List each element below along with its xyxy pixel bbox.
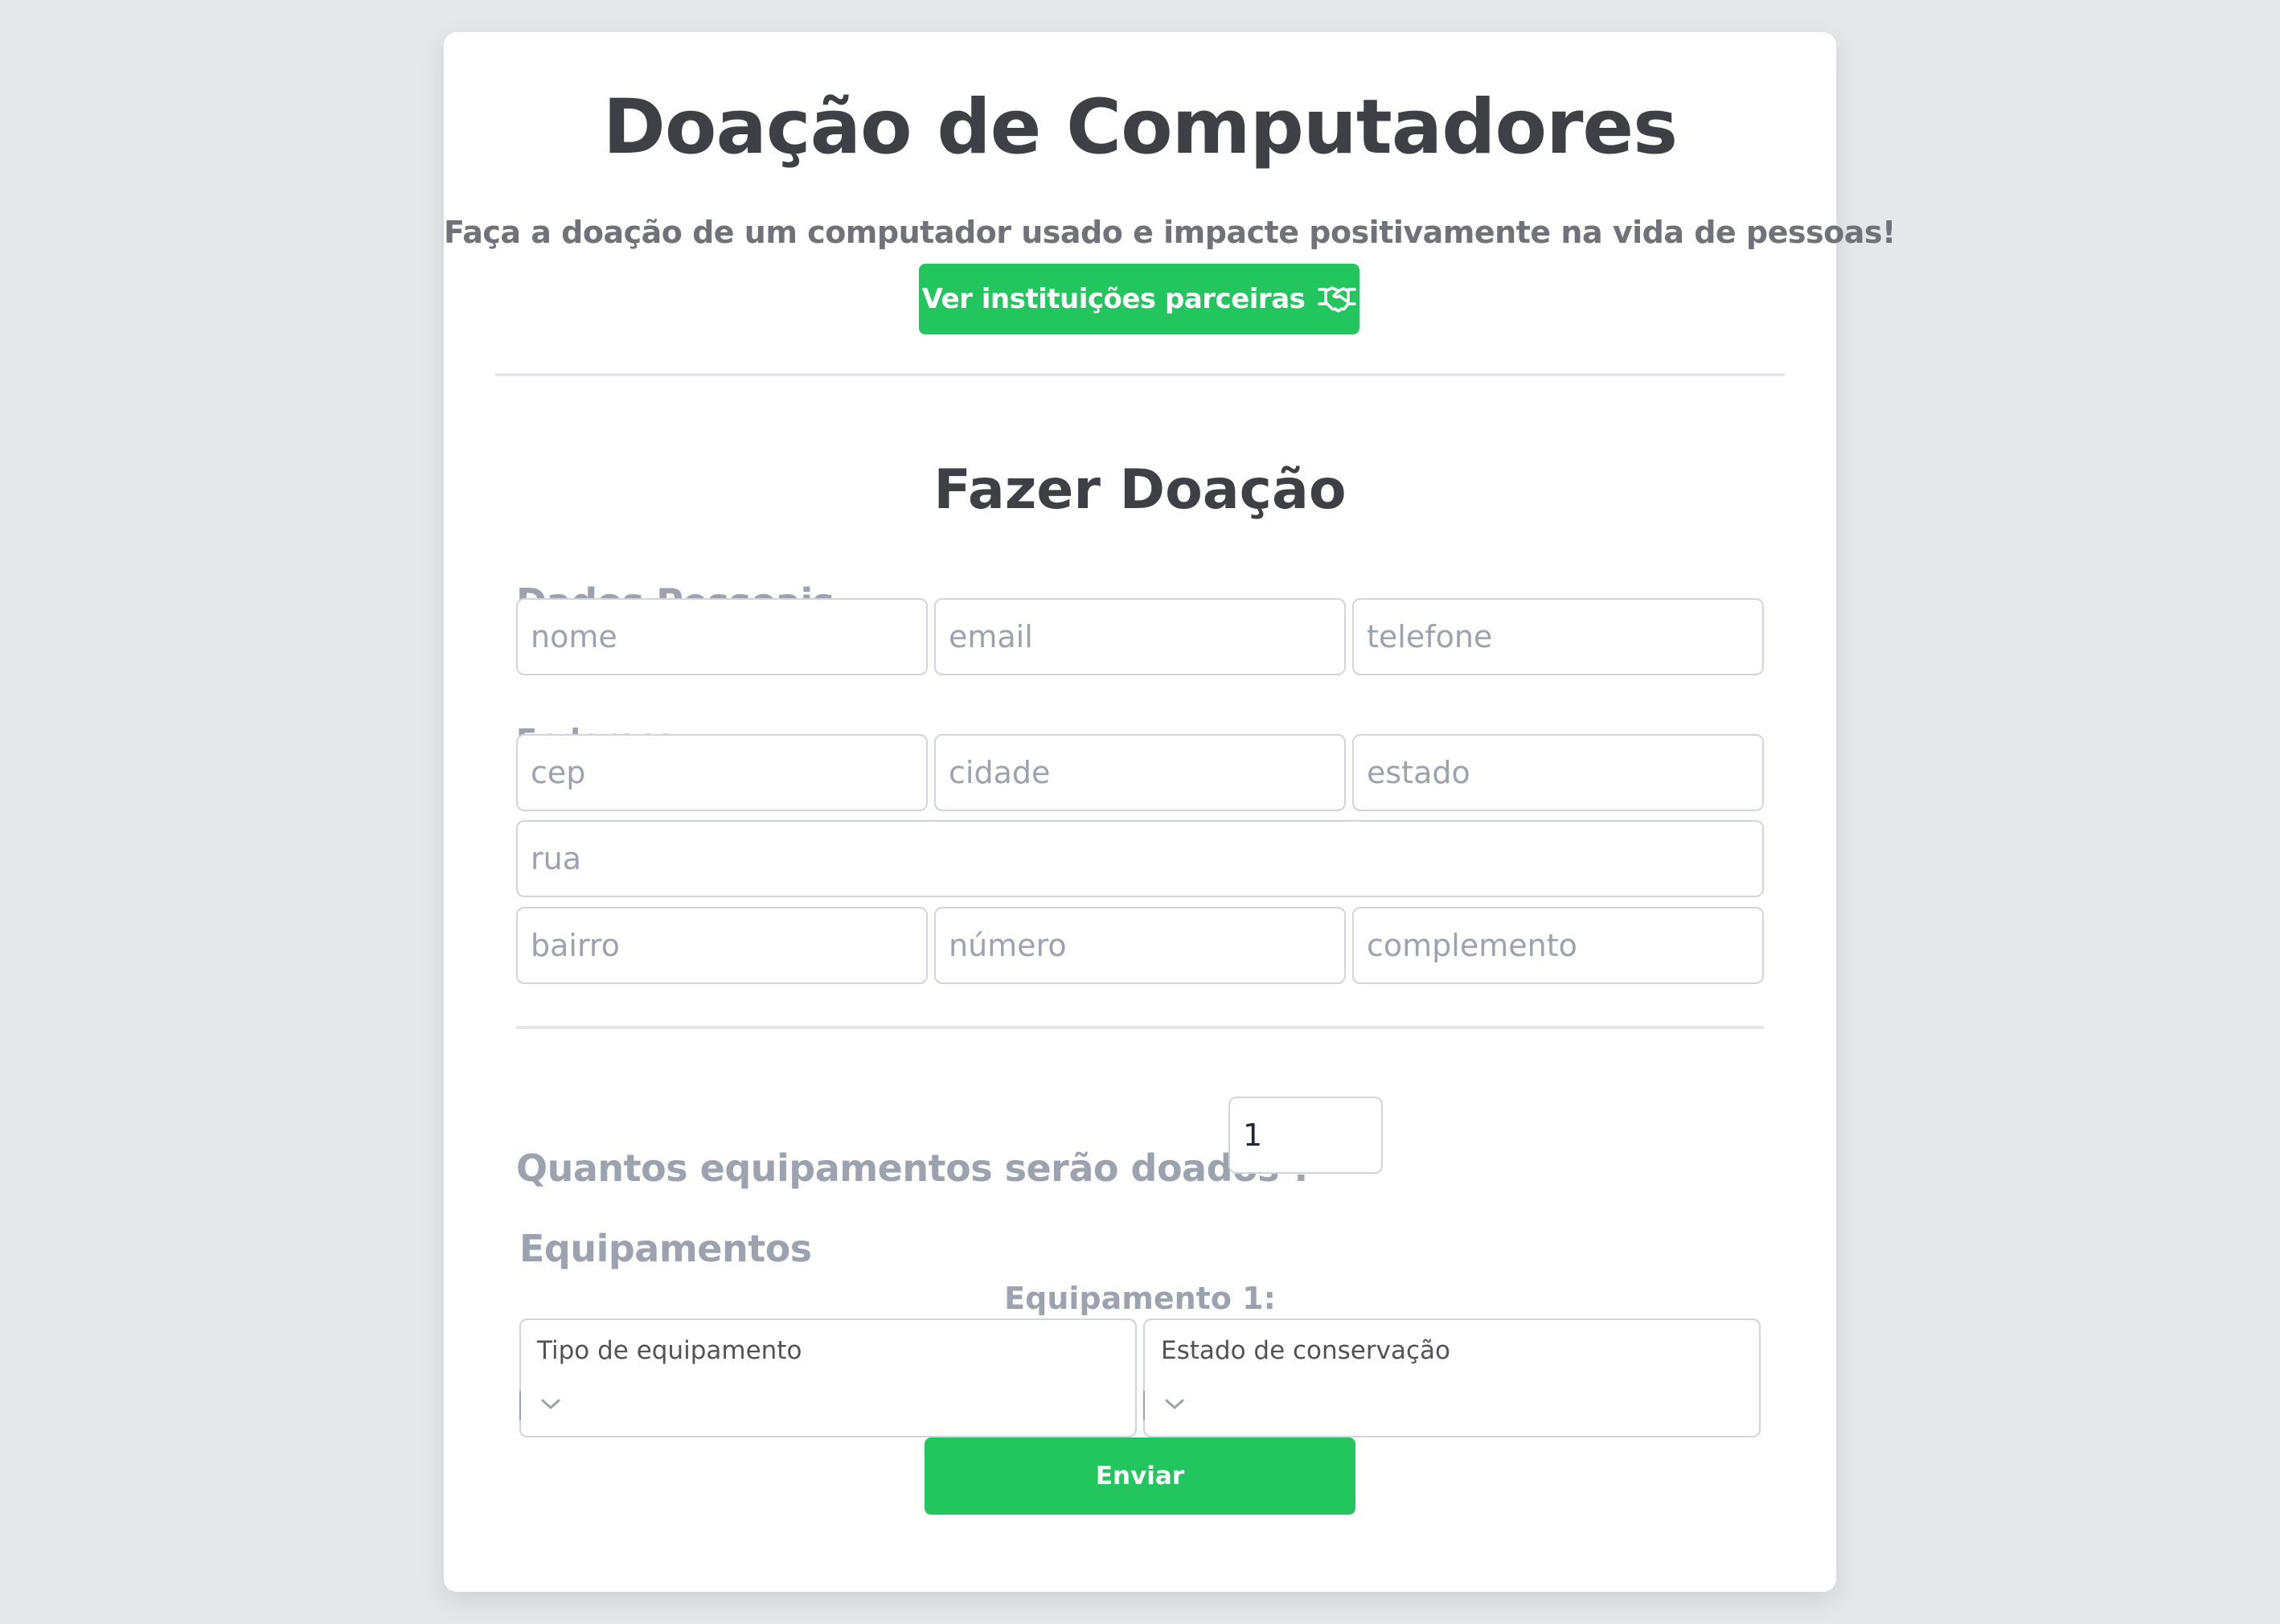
page-subtitle: Faça a doação de um computador usado e i… (444, 215, 1896, 250)
cep-input[interactable] (516, 734, 928, 811)
state-input[interactable] (1352, 734, 1764, 811)
complement-input[interactable] (1352, 907, 1764, 984)
quantity-input[interactable] (1228, 1097, 1383, 1174)
name-input[interactable] (516, 598, 928, 675)
equipment-type-caret (519, 1391, 521, 1420)
partner-institutions-button[interactable]: Ver instituições parceiras (919, 264, 1359, 334)
city-input[interactable] (934, 734, 1346, 811)
chevron-down-icon (1164, 1397, 1185, 1415)
equipment-item-heading: Equipamento 1: (1004, 1281, 1276, 1316)
condition-select[interactable]: Estado de conservação (1143, 1318, 1761, 1437)
donation-card: Doação de Computadores Faça a doação de … (444, 32, 1896, 1592)
equipment-type-select[interactable]: Tipo de equipamento (519, 1318, 1137, 1437)
address-divider (516, 1026, 1764, 1029)
condition-label: Estado de conservação (1161, 1336, 1450, 1365)
phone-input[interactable] (1352, 598, 1764, 675)
submit-button-label: Enviar (1095, 1462, 1185, 1491)
street-input[interactable] (516, 820, 1764, 897)
equipment-type-label: Tipo de equipamento (537, 1336, 802, 1365)
handshake-icon (1318, 285, 1357, 314)
page-title: Doação de Computadores (602, 84, 1678, 171)
chevron-down-icon (540, 1397, 561, 1415)
number-input[interactable] (934, 907, 1346, 984)
header-divider (495, 373, 1785, 376)
submit-button[interactable]: Enviar (925, 1437, 1355, 1515)
form-title: Fazer Doação (933, 458, 1347, 522)
neighborhood-input[interactable] (516, 907, 928, 984)
quantity-label: Quantos equipamentos serão doados ? (516, 1146, 1313, 1190)
condition-caret (1143, 1391, 1145, 1420)
partner-institutions-button-label: Ver instituições parceiras (921, 283, 1306, 315)
equipment-label: Equipamentos (519, 1227, 812, 1270)
email-input[interactable] (934, 598, 1346, 675)
